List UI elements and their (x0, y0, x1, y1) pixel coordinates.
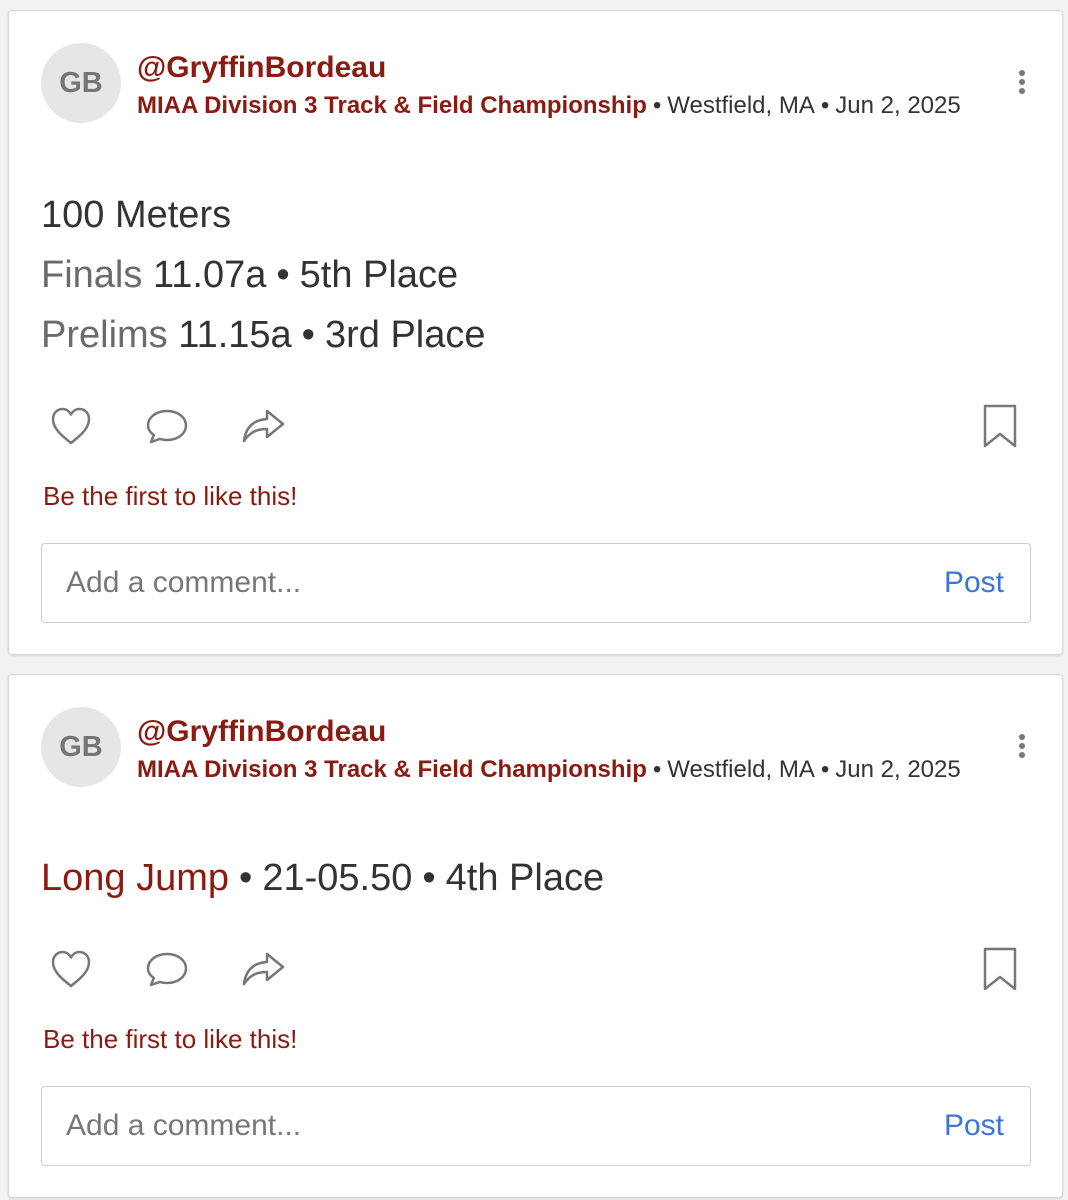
avatar[interactable]: GB (41, 707, 121, 787)
round-label: Finals (41, 254, 143, 296)
comment-icon[interactable] (143, 402, 191, 450)
post-card: GB @GryffinBordeau MIAA Division 3 Track… (8, 674, 1063, 1198)
result-line: Finals 11.07a • 5th Place (41, 254, 458, 297)
likes-text[interactable]: Be the first to like this! (43, 1024, 297, 1055)
post-card: GB @GryffinBordeau MIAA Division 3 Track… (8, 10, 1063, 655)
post-comment-button[interactable]: Post (944, 1109, 1004, 1143)
action-bar (47, 402, 1024, 450)
likes-text[interactable]: Be the first to like this! (43, 481, 297, 512)
post-meta: MIAA Division 3 Track & Field Championsh… (137, 753, 1007, 786)
more-options-icon[interactable] (1010, 730, 1034, 762)
comment-box: Post (41, 1086, 1031, 1166)
username-link[interactable]: @GryffinBordeau (137, 51, 386, 85)
bookmark-icon[interactable] (976, 402, 1024, 450)
separator: • (301, 314, 315, 356)
separator: • (652, 756, 662, 783)
separator: • (276, 254, 290, 296)
event-title[interactable]: Long Jump (41, 857, 229, 899)
comment-box: Post (41, 543, 1031, 623)
post-date: Jun 2, 2025 (835, 92, 961, 119)
result-line: Prelims 11.15a • 3rd Place (41, 314, 486, 357)
meet-link[interactable]: MIAA Division 3 Track & Field Championsh… (137, 92, 647, 119)
comment-input[interactable] (42, 1087, 902, 1165)
round-label: Prelims (41, 314, 168, 356)
post-comment-button[interactable]: Post (944, 566, 1004, 600)
heart-icon[interactable] (47, 945, 95, 993)
separator: • (422, 857, 436, 899)
bookmark-icon[interactable] (976, 945, 1024, 993)
location: Westfield, MA (667, 756, 815, 783)
comment-input[interactable] (42, 544, 902, 622)
result-line: Long Jump • 21-05.50 • 4th Place (41, 857, 604, 900)
username-link[interactable]: @GryffinBordeau (137, 715, 386, 749)
result-place: 3rd Place (324, 314, 486, 356)
result-place: 4th Place (445, 857, 605, 899)
action-bar (47, 945, 1024, 993)
result-place: 5th Place (299, 254, 459, 296)
post-date: Jun 2, 2025 (835, 756, 961, 783)
event-title[interactable]: 100 Meters (41, 194, 231, 237)
result-mark: 11.15a (178, 314, 292, 356)
separator: • (652, 92, 662, 119)
separator: • (820, 756, 830, 783)
separator: • (820, 92, 830, 119)
avatar[interactable]: GB (41, 43, 121, 123)
meet-link[interactable]: MIAA Division 3 Track & Field Championsh… (137, 756, 647, 783)
result-mark: 21-05.50 (262, 857, 413, 899)
post-meta: MIAA Division 3 Track & Field Championsh… (137, 89, 1007, 122)
separator: • (239, 857, 253, 899)
heart-icon[interactable] (47, 402, 95, 450)
more-options-icon[interactable] (1010, 66, 1034, 98)
result-mark: 11.07a (152, 254, 267, 296)
share-icon[interactable] (239, 402, 287, 450)
comment-icon[interactable] (143, 945, 191, 993)
location: Westfield, MA (667, 92, 815, 119)
share-icon[interactable] (239, 945, 287, 993)
